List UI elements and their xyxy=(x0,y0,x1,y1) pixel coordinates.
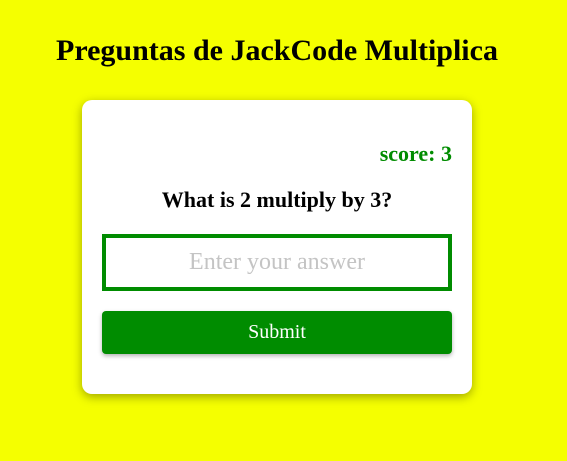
submit-button[interactable]: Submit xyxy=(102,311,452,354)
quiz-card: score: 3 What is 2 multiply by 3? Submit xyxy=(82,100,472,394)
question-text: What is 2 multiply by 3? xyxy=(161,187,393,212)
page-title: Preguntas de JackCode Multiplica xyxy=(56,34,498,67)
score-label: score: 3 xyxy=(379,141,452,166)
answer-input[interactable] xyxy=(102,234,452,291)
